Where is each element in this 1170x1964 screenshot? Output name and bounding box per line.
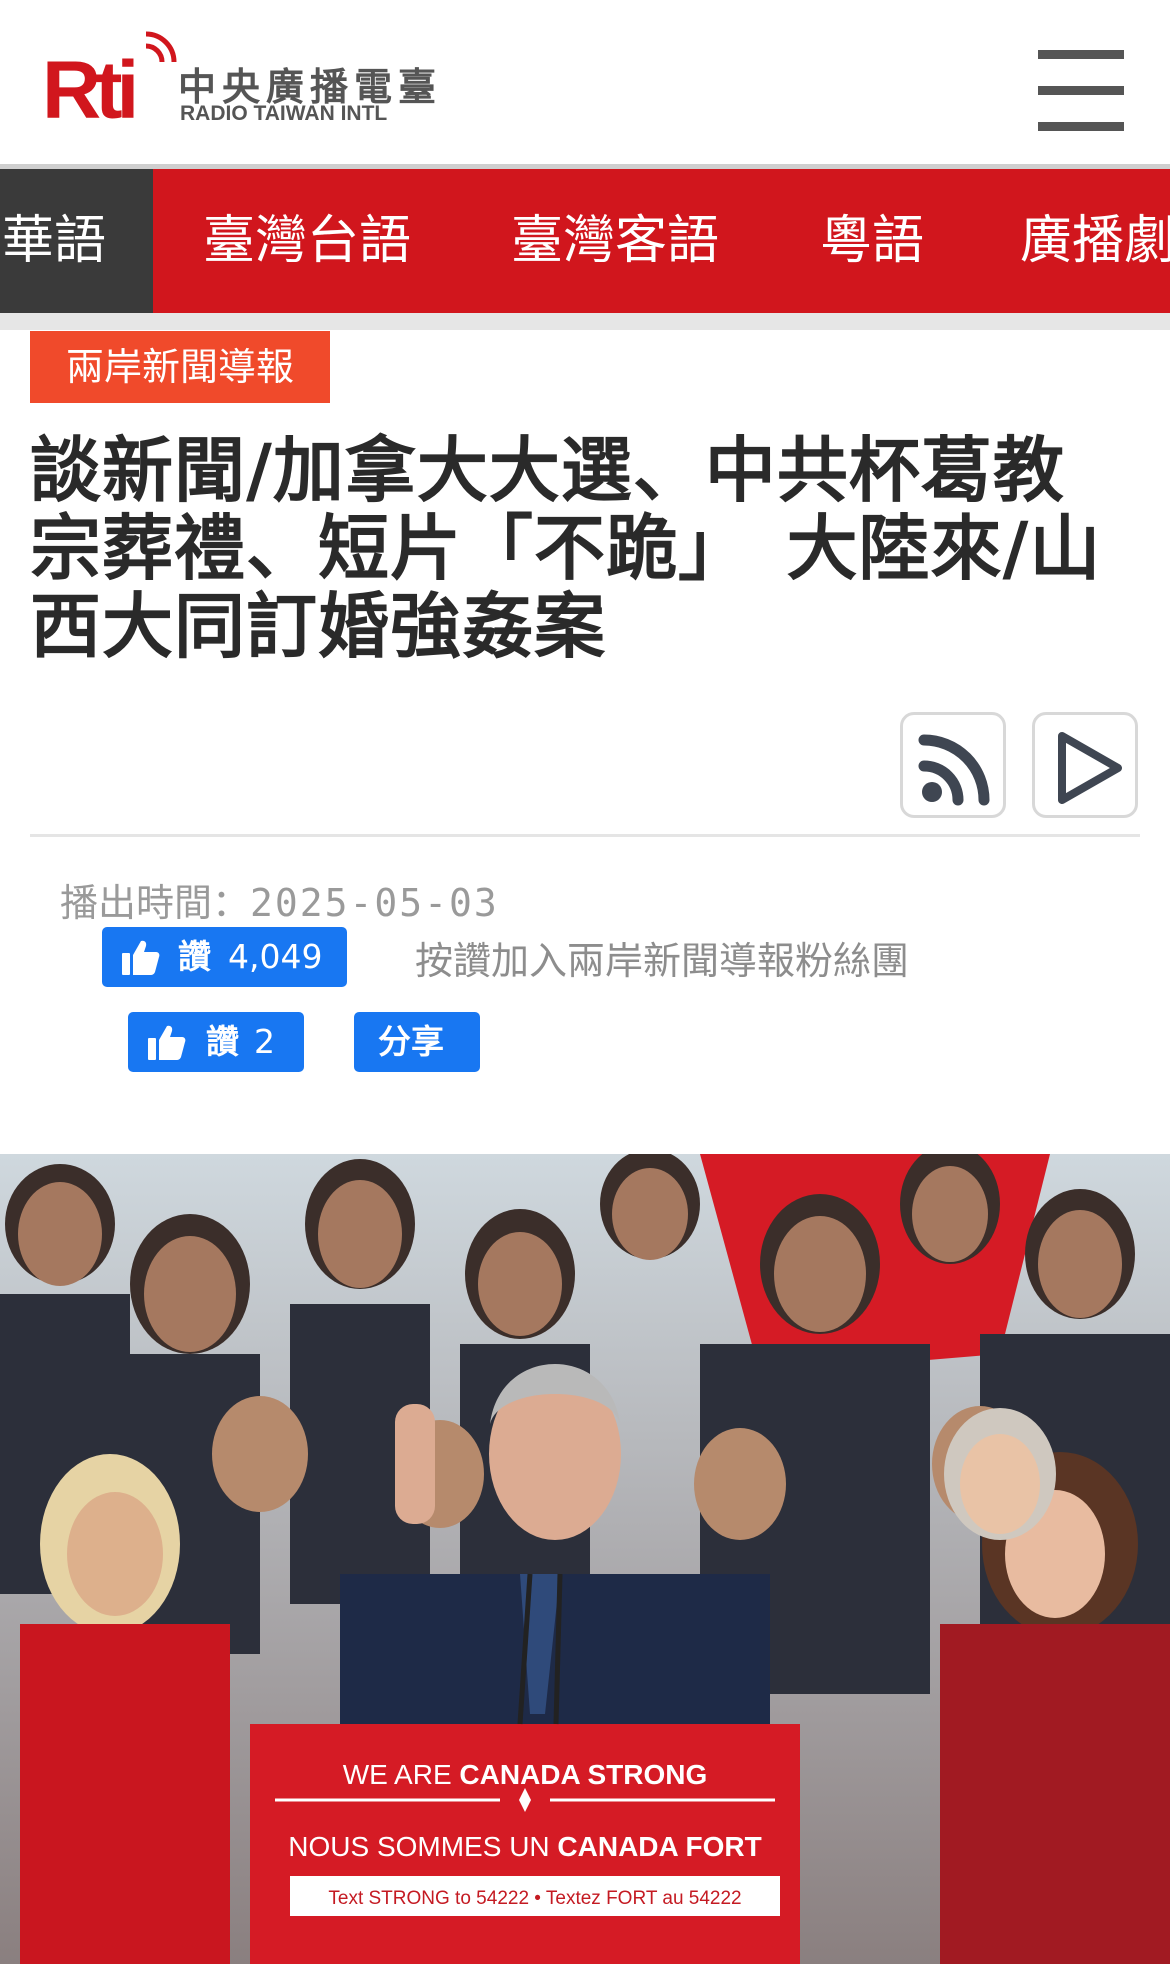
fb-like-count: 2 <box>254 1022 275 1061</box>
rss-icon <box>918 734 990 806</box>
fb-like-label: 讚 <box>206 1022 239 1061</box>
hamburger-icon[interactable] <box>1038 50 1124 131</box>
menu-bar <box>1038 122 1124 131</box>
broadcast-time: 播出時間：2025-05-03 <box>60 872 499 927</box>
fb-article-like-button[interactable]: 讚 2 <box>128 1012 304 1072</box>
lang-tab-hakka[interactable]: 臺灣客語 <box>511 169 719 313</box>
thumbs-up-icon <box>122 940 160 975</box>
language-nav: 華語 臺灣台語 臺灣客語 粵語 廣播劇 <box>0 169 1170 313</box>
rti-logo[interactable]: Rti 中央廣播電臺 RADIO TAIWAN INTL <box>42 28 436 128</box>
sign-line-1: WE ARE CANADA STRONG <box>343 1759 708 1790</box>
menu-bar <box>1038 86 1124 95</box>
article-title: 談新聞/加拿大大選、中共杯葛教 宗葬禮、短片「不跪」 大陸來/山 西大同訂婚強姦… <box>30 432 1140 666</box>
sign-line-2: NOUS SOMMES UN CANADA FORT <box>288 1831 761 1862</box>
logo-english-name: RADIO TAIWAN INTL <box>180 102 388 125</box>
category-tag[interactable]: 兩岸新聞導報 <box>30 331 330 403</box>
lang-tab-taiwanese[interactable]: 臺灣台語 <box>203 169 411 313</box>
fb-share-button[interactable]: 分享 <box>354 1012 480 1072</box>
lang-tab-mandarin[interactable]: 華語 <box>0 169 153 313</box>
article-photo: WE ARE CANADA STRONG NOUS SOMMES UN CANA… <box>0 1154 1170 1964</box>
title-line: 談新聞/加拿大大選、中共杯葛教 <box>30 429 1065 512</box>
broadcast-date: 2025-05-03 <box>250 881 499 925</box>
fb-page-like-button[interactable]: 讚 4,049 <box>102 927 347 987</box>
menu-bar <box>1038 50 1124 59</box>
logo-mark-text: Rti <box>42 45 134 128</box>
content-divider <box>30 834 1140 837</box>
title-line: 西大同訂婚強姦案 <box>30 585 607 668</box>
fb-like-count: 4,049 <box>228 937 323 976</box>
fb-share-label: 分享 <box>378 1022 444 1061</box>
nav-shadow <box>0 313 1170 330</box>
rally-photo-illustration: WE ARE CANADA STRONG NOUS SOMMES UN CANA… <box>0 1154 1170 1964</box>
broadcast-label: 播出時間： <box>60 881 251 925</box>
fb-like-label: 讚 <box>178 937 211 976</box>
lang-tab-cantonese[interactable]: 粵語 <box>820 169 924 313</box>
title-line: 宗葬禮、短片「不跪」 大陸來/山 <box>30 507 1102 590</box>
rti-logo-mark: Rti <box>42 31 177 128</box>
lang-tab-radio-drama[interactable]: 廣播劇 <box>1020 169 1170 313</box>
site-header: Rti 中央廣播電臺 RADIO TAIWAN INTL <box>0 0 1170 164</box>
thumbs-up-icon <box>148 1025 186 1060</box>
rss-button[interactable] <box>900 712 1006 818</box>
fb-page-like-hint: 按讚加入兩岸新聞導報粉絲團 <box>415 939 910 983</box>
play-button[interactable] <box>1032 712 1138 818</box>
play-icon <box>1058 732 1122 804</box>
sign-line-3: Text STRONG to 54222 • Textez FORT au 54… <box>328 1888 741 1909</box>
